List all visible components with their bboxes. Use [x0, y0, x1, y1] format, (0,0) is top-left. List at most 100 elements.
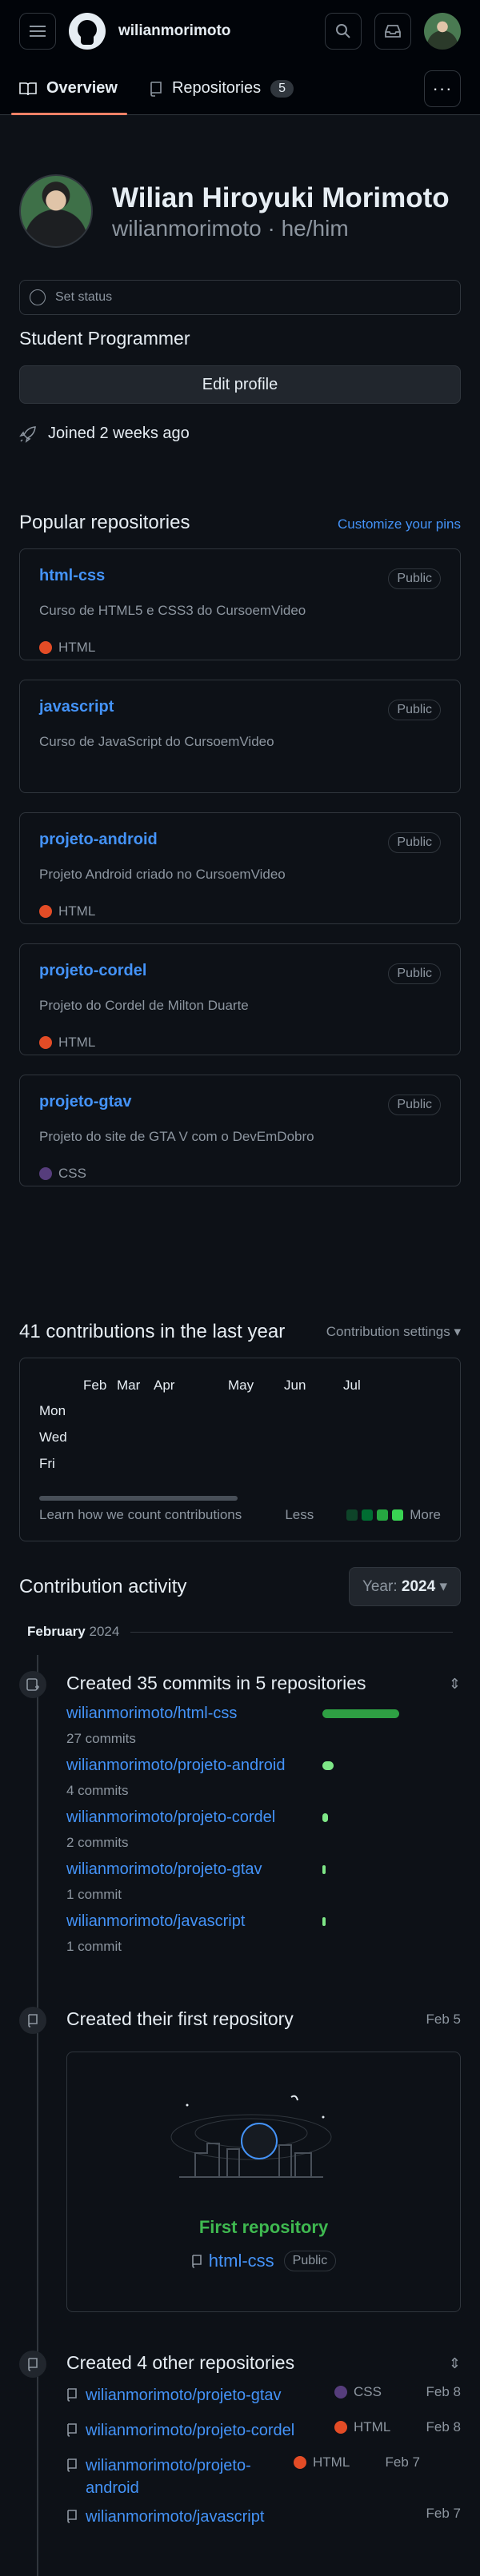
repo-visibility-badge: Public [388, 832, 441, 853]
repo-icon [191, 2255, 202, 2268]
repo-language: HTML [39, 903, 441, 919]
header-username[interactable]: wilianmorimoto [118, 22, 312, 40]
other-repo-language: CSS [334, 2384, 422, 2400]
month-year: 2024 [89, 1624, 120, 1639]
more-options-button[interactable]: ··· [424, 70, 461, 107]
graph-day-label: Wed [39, 1430, 67, 1445]
commit-count: 27 commits [66, 1731, 136, 1746]
other-repo-language: HTML [294, 2454, 382, 2470]
other-repo-date: Feb 8 [426, 2384, 461, 2399]
commit-row: wilianmorimoto/projeto-android 4 commits [66, 1757, 461, 1799]
repo-icon [150, 81, 162, 97]
repo-card-name[interactable]: projeto-android [39, 831, 158, 848]
repo-language: HTML [39, 640, 441, 656]
repo-card: projeto-android Public Projeto Android cri… [19, 812, 461, 924]
commit-repo-link[interactable]: wilianmorimoto/html-css [66, 1705, 237, 1722]
tab-repositories[interactable]: Repositories 5 [150, 62, 294, 114]
first-repo-date: Feb 5 [426, 2012, 461, 2027]
graph-day-label: Fri [39, 1456, 55, 1471]
commit-repo-link[interactable]: wilianmorimoto/projeto-gtav [66, 1860, 262, 1878]
search-button[interactable] [325, 13, 362, 50]
graph-month-label: Mar [117, 1378, 141, 1393]
edit-profile-button[interactable]: Edit profile [19, 365, 461, 404]
graph-scrollbar[interactable] [39, 1496, 238, 1501]
graph-month-label: Jun [284, 1378, 306, 1393]
repo-card: projeto-gtav Public Projeto do site de GTA… [19, 1075, 461, 1186]
month-name: February [27, 1624, 86, 1639]
tab-overview[interactable]: Overview [11, 62, 127, 115]
other-repo-link[interactable]: wilianmorimoto/javascript [86, 2506, 334, 2528]
first-repo-link[interactable]: html-css [209, 2251, 274, 2271]
first-repo-link-row: html-css Public [67, 2251, 460, 2271]
language-name: HTML [58, 903, 96, 919]
other-repo-link[interactable]: wilianmorimoto/projeto-gtav [86, 2384, 334, 2407]
legend-square [392, 1509, 404, 1521]
inbox-button[interactable] [374, 13, 411, 50]
contributions-section: 41 contributions in the last year Contri… [0, 1321, 480, 1541]
legend-square [346, 1509, 358, 1521]
repo-visibility-badge: Public [388, 700, 441, 720]
user-avatar[interactable] [424, 13, 461, 50]
repo-icon [19, 2007, 46, 2034]
profile-avatar[interactable] [19, 174, 93, 248]
language-color-dot [294, 2456, 306, 2469]
learn-contributions-link[interactable]: Learn how we count contributions [39, 1507, 242, 1523]
language-color-dot [334, 2386, 347, 2399]
joined-info: Joined 2 weeks ago [19, 425, 461, 443]
rocket-icon [19, 425, 36, 443]
commit-repo-link[interactable]: wilianmorimoto/javascript [66, 1912, 245, 1930]
first-repo-card: First repository html-css Public [66, 2052, 461, 2312]
smiley-icon [30, 289, 46, 305]
commit-repo-link[interactable]: wilianmorimoto/projeto-android [66, 1757, 285, 1774]
tab-repositories-label: Repositories [171, 79, 262, 97]
collapse-icon[interactable]: ⇕ [449, 1676, 461, 1693]
year-select[interactable]: Year: 2024 ▾ [348, 1567, 461, 1606]
customize-pins-link[interactable]: Customize your pins [338, 516, 461, 532]
other-repo-language: HTML [334, 2419, 422, 2435]
repo-card-name[interactable]: projeto-gtav [39, 1093, 132, 1111]
repo-language: HTML [39, 1035, 441, 1051]
set-status-label: Set status [55, 290, 113, 304]
repo-language: CSS [39, 1166, 441, 1182]
kebab-icon: ··· [432, 78, 453, 98]
inbox-icon [385, 25, 401, 38]
repo-card-name[interactable]: html-css [39, 567, 105, 584]
legend-more: More [410, 1507, 441, 1522]
popular-repositories: Popular repositories Customize your pins… [0, 512, 480, 1206]
commit-repo-link[interactable]: wilianmorimoto/projeto-cordel [66, 1808, 275, 1826]
graph-month-label: May [228, 1378, 254, 1393]
contribution-legend: Less More [285, 1507, 441, 1523]
other-repo-row: wilianmorimoto/projeto-gtav CSS Feb 8 [66, 2384, 461, 2407]
other-repo-link[interactable]: wilianmorimoto/projeto-cordel [86, 2419, 334, 2442]
year-select-value: 2024 [401, 1578, 436, 1595]
collapse-icon[interactable]: ⇕ [449, 2355, 461, 2372]
set-status-button[interactable]: Set status [19, 280, 461, 315]
language-color-dot [39, 1036, 52, 1049]
other-repo-link[interactable]: wilianmorimoto/projeto-android [86, 2454, 294, 2499]
language-name: CSS [58, 1166, 86, 1181]
legend-square [377, 1509, 389, 1521]
repo-card-name[interactable]: projeto-cordel [39, 962, 146, 979]
space-illustration [170, 2095, 332, 2178]
other-repo-date: Feb 7 [426, 2506, 461, 2521]
language-color-dot [39, 1167, 52, 1180]
commit-count: 1 commit [66, 1887, 122, 1902]
other-repo-date: Feb 8 [426, 2419, 461, 2434]
contribution-settings-button[interactable]: Contribution settings ▾ [326, 1324, 461, 1340]
contribution-graph: Feb Mar Apr May Jun Jul Mon Wed Fri Learn how w… [19, 1358, 461, 1541]
menu-button[interactable] [19, 13, 56, 50]
timeline-line [37, 1655, 38, 2576]
commits-event-title: Created 35 commits in 5 repositories [66, 1673, 366, 1693]
repo-visibility-badge: Public [388, 1095, 441, 1115]
language-name: HTML [58, 1035, 96, 1050]
github-logo-icon[interactable] [69, 13, 106, 50]
first-repo-title: Created their first repository [66, 2008, 294, 2029]
other-repo-row: wilianmorimoto/projeto-android HTML Feb 7 [66, 2454, 461, 2499]
repo-card-name[interactable]: javascript [39, 698, 114, 716]
graph-day-label: Mon [39, 1403, 66, 1418]
repo-description: Projeto do Cordel de Milton Duarte [39, 998, 249, 1013]
commit-bar [322, 1917, 326, 1926]
language-color-dot [334, 2421, 347, 2434]
repo-icon [19, 2351, 46, 2378]
repo-card: html-css Public Curso de HTML5 e CSS3 do C… [19, 548, 461, 660]
